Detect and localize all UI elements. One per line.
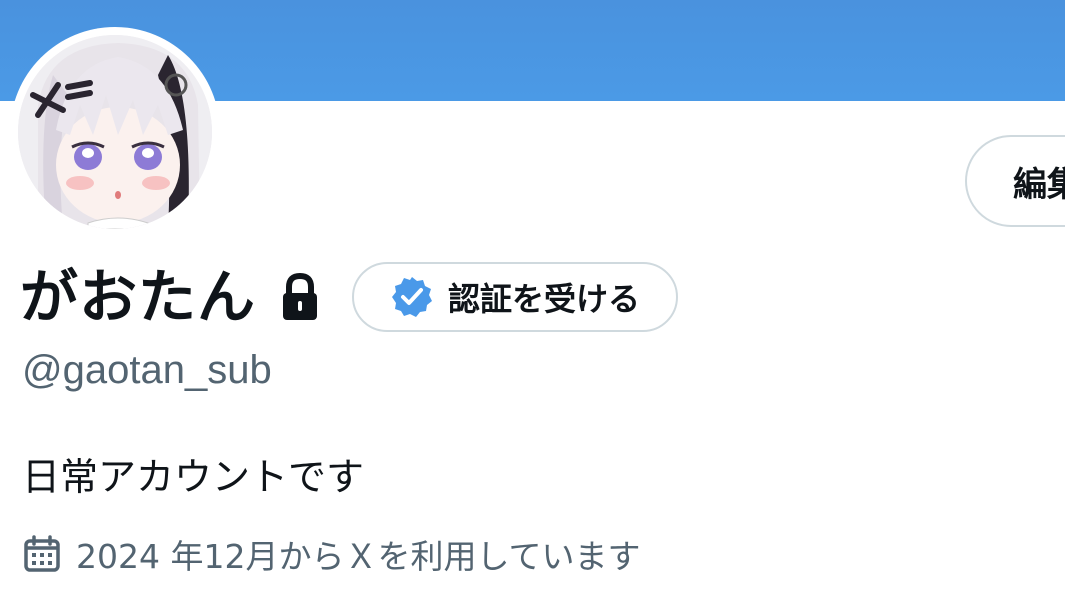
join-date: 2024 年12月からＸを利用しています [22,530,640,578]
get-verified-button[interactable]: 認証を受ける [352,262,679,332]
verified-badge-icon [390,275,434,319]
avatar-ring [10,27,220,237]
display-name: がおたん [20,263,257,331]
name-row: がおたん 認証を受ける [20,262,679,332]
user-handle: @gaotan_sub [22,348,272,392]
avatar[interactable] [18,35,212,229]
join-date-text: 2024 年12月からＸを利用しています [76,537,641,576]
profile-page: 編集 がおたん 認証を受ける @gaotan_sub 日常アカウントです 202… [0,0,1065,600]
calendar-icon [22,534,62,574]
profile-bio: 日常アカウントです [22,455,365,499]
edit-profile-button[interactable]: 編集 [965,135,1065,227]
edit-profile-label: 編集 [1013,164,1065,205]
lock-icon [280,272,320,322]
avatar-illustration [18,35,212,229]
get-verified-label: 認証を受ける [448,280,641,318]
